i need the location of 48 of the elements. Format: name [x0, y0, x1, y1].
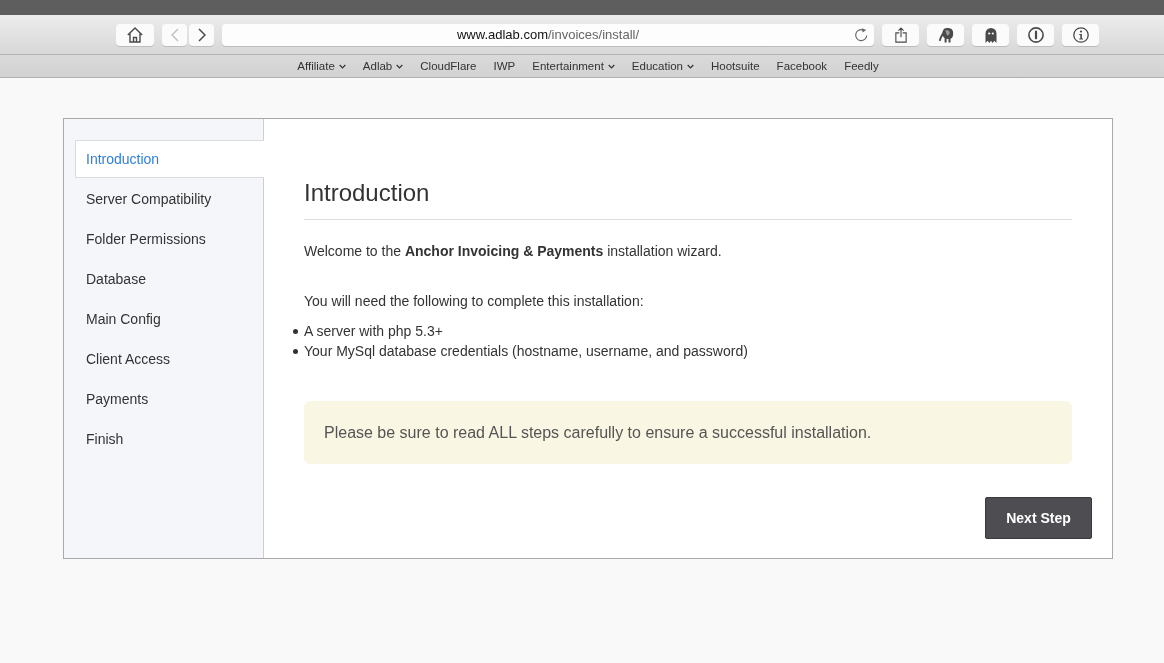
requirement-text: Your MySql database credentials (hostname, username, and password) — [304, 342, 748, 361]
home-button[interactable] — [116, 23, 154, 46]
caret-icon — [396, 63, 404, 69]
bookmark-link[interactable]: Education — [631, 60, 694, 72]
share-icon — [894, 26, 907, 43]
sidebar-item[interactable]: Main Config — [75, 300, 264, 338]
bullet-icon — [293, 348, 298, 354]
bookmark-link[interactable]: Affiliate — [297, 60, 346, 72]
home-icon — [127, 26, 143, 43]
sidebar-item[interactable]: Introduction — [75, 140, 264, 178]
extension-button[interactable] — [972, 23, 1009, 46]
sidebar-item[interactable]: Database — [75, 260, 264, 298]
address-field[interactable]: www.adlab.com/invoices/install/ — [222, 23, 874, 46]
page-title: Introduction — [304, 178, 430, 208]
next-step-button[interactable]: Next Step — [985, 497, 1092, 539]
caret-icon — [338, 63, 346, 69]
caret-icon — [607, 63, 615, 69]
sidebar-item[interactable]: Client Access — [75, 340, 264, 378]
caret-icon — [687, 63, 694, 69]
bookmark-link[interactable]: CloudFlare — [420, 60, 477, 72]
sidebar-item[interactable]: Server Compatibility — [75, 180, 264, 218]
ghost-icon — [982, 26, 999, 43]
keyhole-icon — [1027, 26, 1044, 43]
extension-button[interactable] — [1017, 23, 1054, 46]
bookmark-link[interactable]: Hootsuite — [711, 60, 760, 72]
share-button[interactable] — [882, 23, 919, 46]
requirement-text: A server with php 5.3+ — [304, 322, 443, 341]
sidebar-item[interactable]: Payments — [75, 380, 264, 418]
url-text: www.adlab.com/invoices/install/ — [456, 27, 640, 42]
elephant-icon — [937, 26, 954, 43]
info-button[interactable] — [1062, 23, 1099, 46]
extension-button[interactable] — [927, 23, 964, 46]
bookmark-link[interactable]: Adlab — [362, 60, 404, 72]
reload-icon[interactable] — [854, 27, 868, 42]
sidebar-item[interactable]: Folder Permissions — [75, 220, 264, 258]
bookmark-link[interactable]: IWP — [493, 60, 516, 72]
intro-text: Welcome to the Anchor Invoicing & Payments installation wizard. — [304, 242, 722, 261]
chevron-right-icon — [197, 27, 206, 42]
bookmark-link[interactable]: Feedly — [844, 60, 879, 72]
chevron-left-icon — [170, 27, 179, 42]
requirements-heading: You will need the following to complete this installation: — [304, 292, 644, 311]
forward-button[interactable] — [189, 23, 214, 46]
bullet-icon — [293, 328, 298, 334]
info-icon — [1072, 26, 1089, 43]
bookmark-link[interactable]: Facebook — [776, 60, 828, 72]
bookmark-link[interactable]: Entertainment — [532, 60, 615, 72]
sidebar-item[interactable]: Finish — [75, 420, 264, 458]
notice-text: Please be sure to read ALL steps carefully to ensure a successful installation. — [324, 424, 872, 441]
